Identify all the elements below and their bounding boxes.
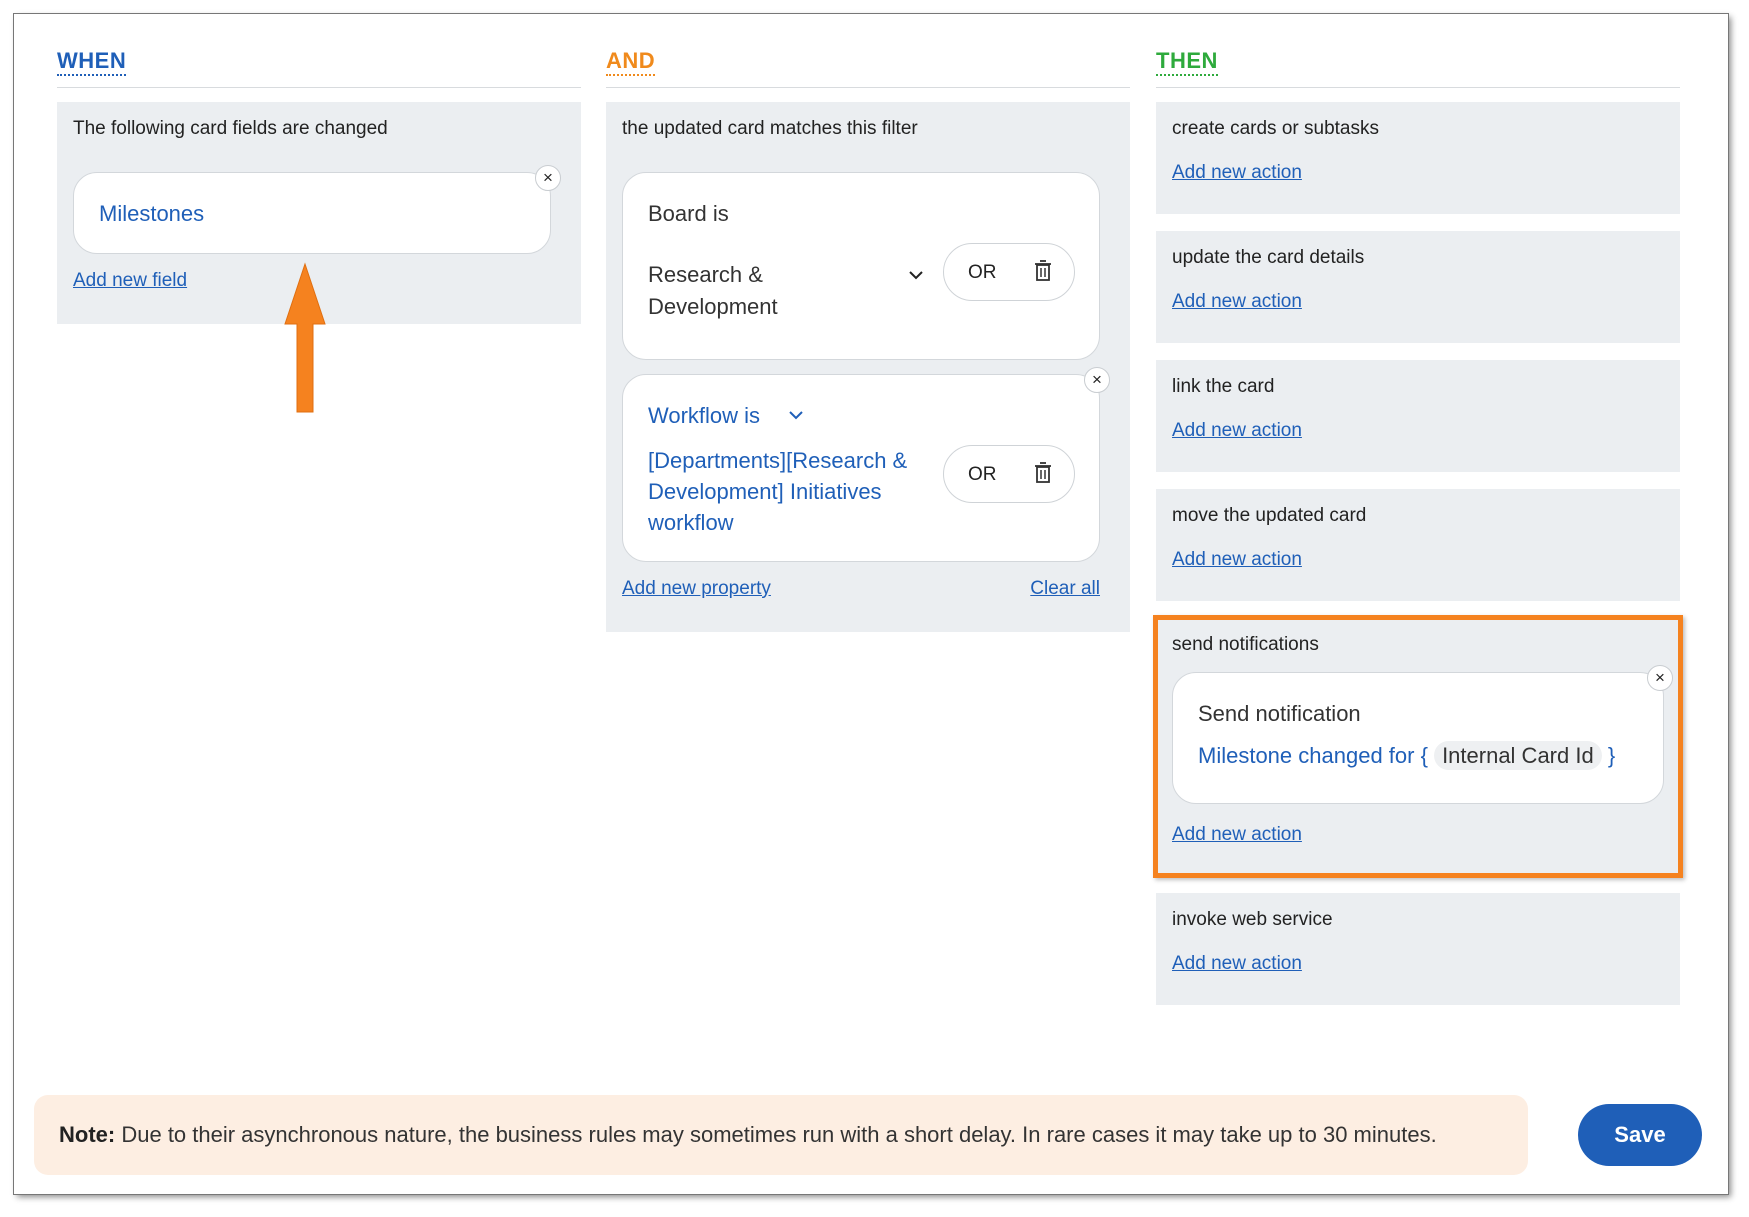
- field-value: Milestones: [99, 201, 205, 226]
- filter-card-workflow: Workflow is [Departments][Research & Dev…: [622, 367, 1110, 562]
- action-title: update the card details: [1172, 247, 1365, 268]
- note-text: Due to their asynchronous nature, the bu…: [121, 1122, 1437, 1147]
- add-new-action-link[interactable]: Add new action: [1172, 291, 1302, 313]
- field-card-milestones[interactable]: Milestones ×: [73, 165, 561, 254]
- action-panel-notifications: send notifications Send notification Mil…: [1156, 618, 1680, 876]
- add-new-action-link[interactable]: Add new action: [1172, 953, 1302, 975]
- filter-value-board[interactable]: Research & Development: [648, 259, 898, 323]
- add-new-field-link[interactable]: Add new field: [73, 270, 187, 292]
- action-panel-update: update the card details Add new action: [1156, 231, 1680, 343]
- add-new-action-link[interactable]: Add new action: [1172, 549, 1302, 571]
- filter-card-board: Board is Research & Development OR: [622, 172, 1100, 360]
- then-title: THEN: [1156, 48, 1218, 76]
- action-panel-create: create cards or subtasks Add new action: [1156, 102, 1680, 214]
- filter-value-workflow[interactable]: [Departments][Research & Development] In…: [648, 445, 928, 538]
- action-title: move the updated card: [1172, 505, 1367, 526]
- when-title: WHEN: [57, 48, 127, 76]
- annotation-arrow-up-icon: [284, 262, 326, 413]
- trash-icon[interactable]: [1034, 260, 1052, 282]
- action-panel-move: move the updated card Add new action: [1156, 489, 1680, 601]
- or-button[interactable]: OR: [968, 464, 997, 486]
- note-label: Note:: [59, 1122, 116, 1147]
- remove-field-close-icon[interactable]: ×: [535, 165, 561, 191]
- action-title: create cards or subtasks: [1172, 118, 1379, 139]
- notification-title: Send notification: [1198, 701, 1361, 726]
- chevron-down-icon[interactable]: [908, 269, 924, 281]
- action-title: invoke web service: [1172, 909, 1333, 930]
- when-panel-title: The following card fields are changed: [73, 118, 388, 139]
- or-delete-group: OR: [943, 243, 1075, 301]
- and-panel: the updated card matches this filter Boa…: [606, 102, 1130, 632]
- or-delete-group: OR: [943, 445, 1075, 503]
- then-header: THEN: [1156, 48, 1680, 88]
- add-new-action-link[interactable]: Add new action: [1172, 420, 1302, 442]
- and-title: AND: [606, 48, 656, 76]
- note-banner: Note: Due to their asynchronous nature, …: [34, 1095, 1528, 1175]
- then-column: THEN create cards or subtasks Add new ac…: [1156, 48, 1680, 1005]
- notification-message: Milestone changed for { Internal Card Id…: [1198, 741, 1616, 770]
- message-suffix: }: [1607, 743, 1616, 768]
- add-new-property-link[interactable]: Add new property: [622, 578, 771, 600]
- filter-label-workflow[interactable]: Workflow is: [648, 403, 760, 429]
- action-title: send notifications: [1172, 634, 1319, 655]
- chevron-down-icon[interactable]: [788, 409, 804, 421]
- clear-all-link[interactable]: Clear all: [1030, 578, 1100, 600]
- save-button[interactable]: Save: [1578, 1104, 1702, 1166]
- action-panel-link: link the card Add new action: [1156, 360, 1680, 472]
- and-column: AND the updated card matches this filter…: [606, 48, 1130, 632]
- message-prefix: Milestone changed for {: [1198, 743, 1428, 768]
- add-new-action-link[interactable]: Add new action: [1172, 824, 1302, 846]
- remove-filter-close-icon[interactable]: ×: [1084, 367, 1110, 393]
- token-chip[interactable]: Internal Card Id: [1434, 741, 1602, 770]
- trash-icon[interactable]: [1034, 462, 1052, 484]
- when-header: WHEN: [57, 48, 581, 88]
- notification-card[interactable]: Send notification Milestone changed for …: [1172, 665, 1673, 804]
- action-panel-webservice: invoke web service Add new action: [1156, 893, 1680, 1005]
- action-title: link the card: [1172, 376, 1275, 397]
- and-header: AND: [606, 48, 1130, 88]
- remove-notification-close-icon[interactable]: ×: [1647, 665, 1673, 691]
- and-panel-title: the updated card matches this filter: [622, 118, 918, 139]
- or-button[interactable]: OR: [968, 262, 997, 284]
- add-new-action-link[interactable]: Add new action: [1172, 162, 1302, 184]
- filter-label-board: Board is: [648, 201, 729, 226]
